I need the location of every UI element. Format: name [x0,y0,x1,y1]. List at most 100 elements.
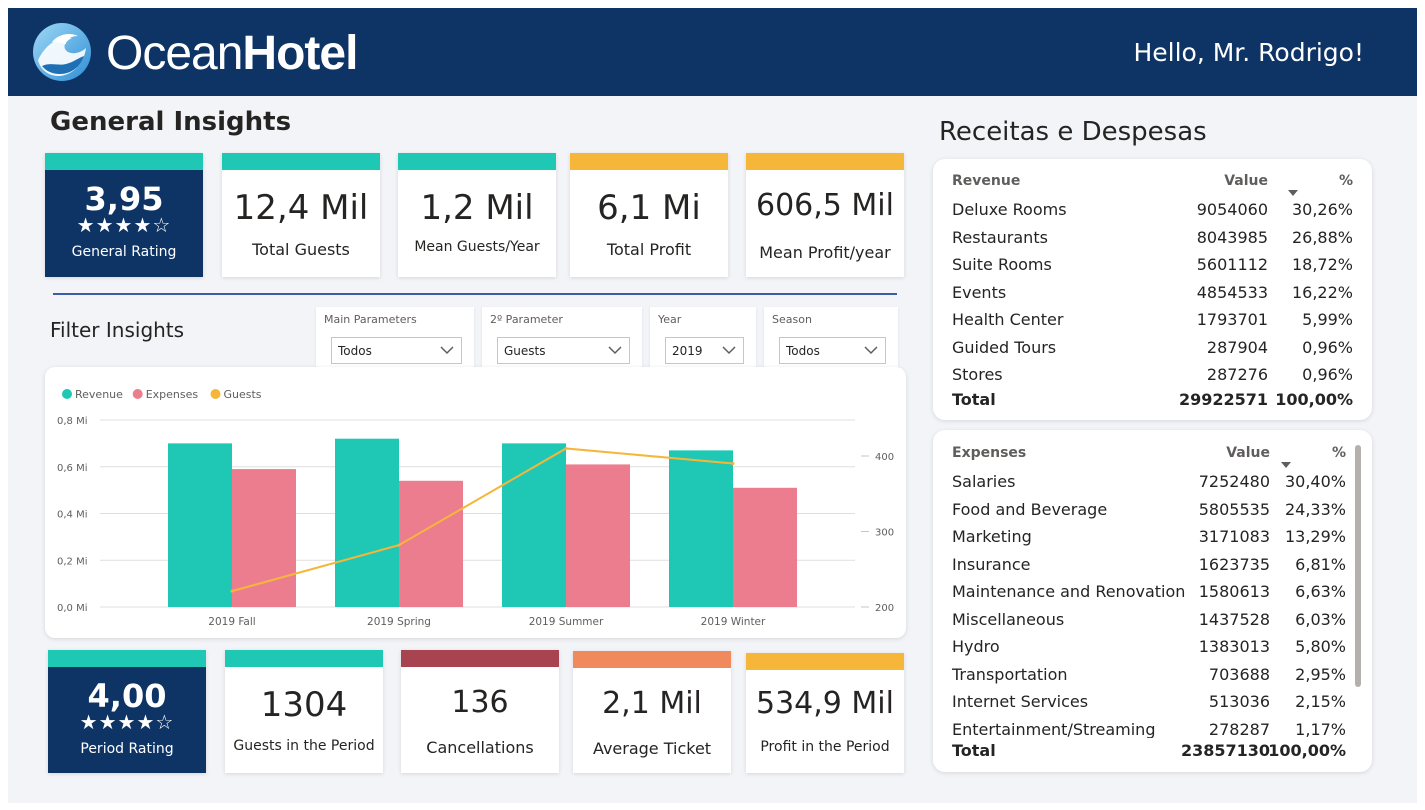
row-percent: 0,96% [1302,365,1353,384]
kpi-value: 606,5 Mil [756,188,894,223]
bar-expenses [566,464,630,607]
card-accent-bar [401,650,559,667]
card-accent-bar [222,153,380,170]
card-accent-bar [398,153,556,170]
star-rating-icon: ★★★★☆ [79,710,175,734]
card-accent-bar [746,153,904,170]
kpi-value: 2,1 Mil [602,686,702,721]
slicer-label: Season [772,313,812,326]
table-row[interactable]: Health Center 1793701 5,99% [933,310,1372,337]
row-category: Restaurants [952,227,1048,247]
row-category: Stores [952,365,1003,384]
slicer-label: 2º Parameter [490,313,563,326]
row-percent: 0,96% [1302,337,1353,357]
average-ticket-card: 2,1 Mil Average Ticket [573,651,731,773]
y-right-tick-label: 300 [875,528,894,539]
kpi-value: 1,2 Mil [420,188,534,228]
line-point-guests [230,589,234,593]
row-value: 287904 [1206,337,1268,357]
guests-period-card: 1304 Guests in the Period [225,650,383,773]
greeting-text: Hello, Mr. Rodrigo! [1133,38,1364,67]
table-row[interactable]: Events 4854533 16,22% [933,283,1372,310]
revenue-expenses-guests-chart: Revenue Expenses Guests 0,0 Mi 0,2 Mi 0,4 Mi 0… [45,367,906,638]
second-parameter-dropdown[interactable]: Guests [497,337,630,364]
line-point-guests [397,543,401,547]
season-dropdown[interactable]: Todos [779,337,886,364]
legend-label-revenue: Revenue [75,388,123,401]
legend-marker-expenses [132,389,143,399]
bar-expenses [399,480,463,607]
legend-label-guests: Guests [224,388,262,401]
row-percent: 30,26% [1291,200,1353,219]
brand-name: OceanHotel [106,26,358,81]
y-right-tick-label: 400 [875,452,894,463]
table-row[interactable]: Deluxe Rooms 9054060 30,26% [933,200,1372,227]
main-parameters-dropdown[interactable]: Todos [331,337,462,364]
main-parameters-slicer: Main Parameters Todos [316,307,474,367]
ocean-wave-logo-icon [33,23,91,81]
kpi-value: 12,4 Mil [233,188,369,228]
card-accent-bar [746,653,904,670]
bar-expenses [733,487,797,607]
line-guests [231,447,734,593]
kpi-label: Guests in the Period [233,738,375,754]
row-category: Events [952,282,1007,302]
total-guests-card: 12,4 Mil Total Guests [222,153,380,277]
y-left-tick-label: 0,4 Mi [57,510,88,521]
kpi-label: Mean Guests/Year [414,239,540,255]
bar-revenue [168,443,232,607]
chevron-down-icon [722,346,736,355]
general-insights-title: General Insights [50,107,292,137]
table-row[interactable]: Stores 287276 0,96% [933,365,1372,392]
row-category: Deluxe Rooms [952,200,1067,219]
kpi-value: 6,1 Mi [597,188,701,228]
line-point-guests [731,462,735,466]
legend-marker-revenue [62,389,72,399]
total-percent: 100,00% [1275,390,1353,409]
general-rating-label: General Rating [71,244,177,260]
period-rating-card: 4,00 ★★★★☆ Period Rating [48,650,206,773]
total-value: 29922571 [1178,390,1268,409]
x-tick-label: 2019 Fall [208,616,255,628]
chevron-down-icon [608,346,622,355]
total-value: 23857130 [1180,741,1270,760]
table-row[interactable]: Restaurants 8043985 26,88% [933,228,1372,255]
card-accent-bar [573,651,731,668]
bar-revenue [669,450,733,607]
year-dropdown[interactable]: 2019 [665,337,744,364]
row-value: 287276 [1206,365,1268,384]
chevron-down-icon [864,346,878,355]
revenue-table: Revenue Value % Deluxe Rooms 9054060 30,26… [933,159,1372,420]
table-row[interactable]: Suite Rooms 5601112 18,72% [933,255,1372,282]
section-divider [53,293,897,295]
card-accent-bar [570,153,728,170]
expenses-scrollbar[interactable] [1355,445,1361,687]
row-value: 4854533 [1196,282,1268,302]
row-category: Health Center [952,310,1064,329]
x-tick-label: 2019 Summer [529,616,604,628]
row-percent: 18,72% [1291,255,1353,274]
x-tick-label: 2019 Spring [367,616,431,628]
line-point-guests [564,446,568,450]
row-value: 8043985 [1196,227,1268,247]
row-value: 1793701 [1196,310,1268,329]
bar-expenses [232,469,296,607]
row-percent: 16,22% [1291,282,1353,302]
x-tick-label: 2019 Winter [701,616,766,628]
table-total-row: Total 29922571 100,00% [933,390,1372,417]
legend-marker-guests [210,389,221,399]
year-slicer: Year 2019 [650,307,756,367]
y-left-tick-label: 0,8 Mi [57,416,88,427]
kpi-value: 1304 [260,685,348,725]
y-left-tick-label: 0,2 Mi [57,556,88,567]
expenses-table: Expenses Value % Salaries 7252480 30,40% Fo… [933,430,1372,772]
legend-label-expenses: Expenses [146,388,199,401]
bar-revenue [335,438,399,607]
card-accent-bar [45,153,203,170]
star-rating-icon: ★★★★☆ [76,213,172,237]
row-value: 5601112 [1196,255,1268,274]
total-label: Total [952,390,996,409]
y-left-tick-label: 0,6 Mi [57,463,88,474]
card-accent-bar [48,650,206,667]
table-row[interactable]: Guided Tours 287904 0,96% [933,338,1372,365]
